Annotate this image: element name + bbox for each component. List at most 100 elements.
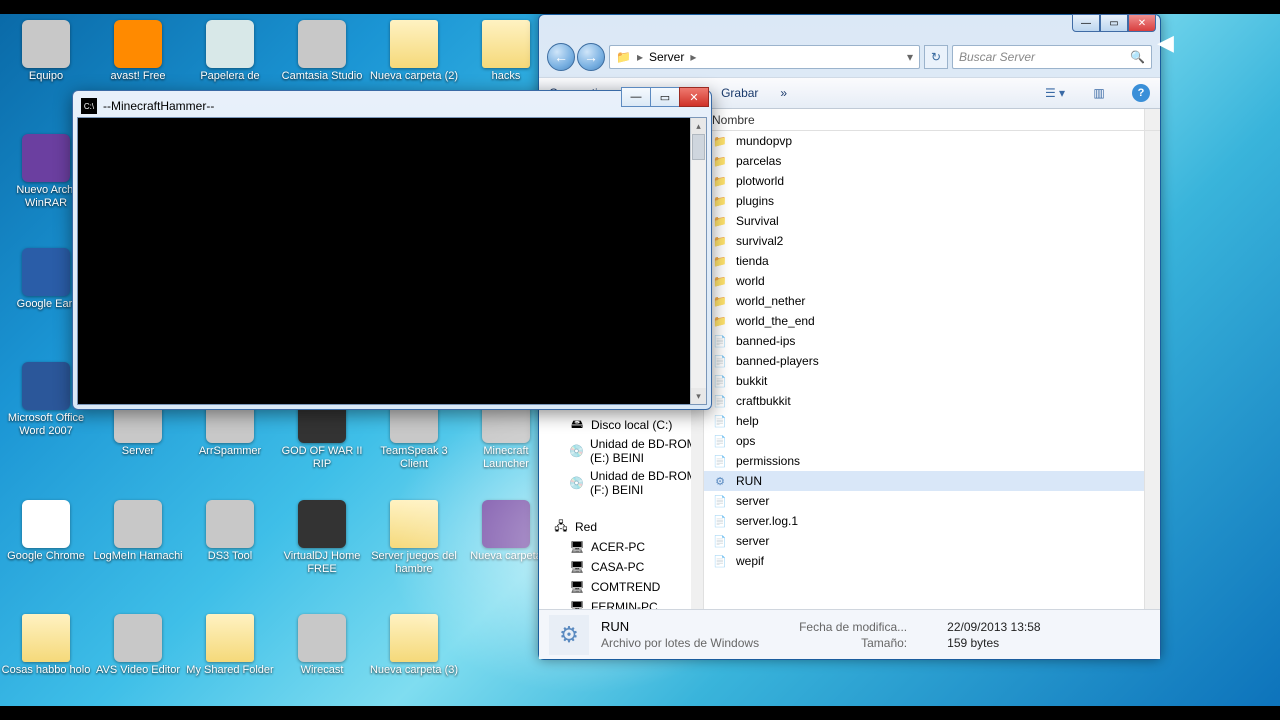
file-name: server.log.1 (736, 514, 798, 528)
dropdown-icon[interactable]: ▾ (907, 50, 913, 64)
icon-image (22, 362, 70, 410)
file-row[interactable]: 📁world_nether (704, 291, 1160, 311)
file-name: tienda (736, 254, 769, 268)
desktop-icon[interactable]: Cosas habbo holo (0, 614, 92, 677)
icon-image (298, 614, 346, 662)
file-row[interactable]: 📁parcelas (704, 151, 1160, 171)
desktop-icon[interactable]: AVS Video Editor (92, 614, 184, 677)
icon-image (114, 500, 162, 548)
nav-item-drive[interactable]: 💿Unidad de BD-ROM (F:) BEINI (539, 467, 703, 499)
file-row[interactable]: 📄banned-ips (704, 331, 1160, 351)
desktop-icon[interactable]: LogMeIn Hamachi (92, 500, 184, 563)
file-row[interactable]: 📄banned-players (704, 351, 1160, 371)
file-name: world (736, 274, 765, 288)
breadcrumb-item[interactable]: Server (649, 50, 684, 64)
command-scrollbar[interactable] (690, 118, 706, 404)
file-icon: 📁 (712, 233, 728, 249)
preview-pane-button[interactable]: ▥ (1088, 82, 1110, 104)
more-button[interactable]: » (780, 86, 787, 100)
file-row[interactable]: 📁mundopvp (704, 131, 1160, 151)
file-row[interactable]: 📄 server.log.1 (704, 511, 1160, 531)
search-icon[interactable]: 🔍 (1130, 50, 1145, 64)
file-icon: 📁 (712, 193, 728, 209)
scrollbar-vertical[interactable] (1144, 131, 1160, 609)
file-list: 📁mundopvp📁parcelas📁plotworld📁plugins📁Sur… (704, 131, 1160, 609)
file-icon: 📄 (712, 453, 728, 469)
details-name: RUN (601, 619, 759, 634)
file-list-pane: Nombre 📁mundopvp📁parcelas📁plotworld📁plug… (704, 109, 1160, 609)
file-row[interactable]: 📄server (704, 531, 1160, 551)
file-row[interactable]: 📁survival2 (704, 231, 1160, 251)
minimize-button[interactable]: — (621, 87, 651, 107)
maximize-button[interactable]: ▭ (1100, 14, 1128, 32)
file-name: mundopvp (736, 134, 792, 148)
desktop-icon[interactable]: Papelera de (184, 20, 276, 83)
file-icon: 📁 (712, 153, 728, 169)
icon-image (482, 500, 530, 548)
icon-label: Nueva carpeta (2) (368, 70, 460, 83)
search-box[interactable]: Buscar Server 🔍 (952, 45, 1152, 69)
refresh-button[interactable]: ↻ (924, 45, 948, 69)
scrollbar-thumb[interactable] (692, 134, 705, 160)
view-options-button[interactable]: ☰ ▾ (1044, 82, 1066, 104)
file-row[interactable]: 📄server (704, 491, 1160, 511)
command-titlebar[interactable]: C:\ --MinecraftHammer-- (77, 95, 707, 117)
file-icon: 📄 (712, 553, 728, 569)
file-row[interactable]: 📁plugins (704, 191, 1160, 211)
desktop-icon[interactable]: Nueva carpeta (2) (368, 20, 460, 83)
desktop-icon[interactable]: Wirecast (276, 614, 368, 677)
file-row[interactable]: 📁Survival (704, 211, 1160, 231)
back-button[interactable]: ← (547, 43, 575, 71)
desktop-icon[interactable]: avast! Free (92, 20, 184, 83)
icon-label: Wirecast (276, 664, 368, 677)
file-row[interactable]: 📄bukkit (704, 371, 1160, 391)
desktop-icon[interactable]: My Shared Folder (184, 614, 276, 677)
desktop-icon[interactable]: Nueva carpeta (3) (368, 614, 460, 677)
file-row[interactable]: ⚙RUN (704, 471, 1160, 491)
file-row[interactable]: 📄help (704, 411, 1160, 431)
help-button[interactable]: ? (1132, 84, 1150, 102)
minimize-button[interactable]: — (1072, 14, 1100, 32)
nav-item-network[interactable]: 🖧 Red (539, 517, 703, 537)
close-button[interactable]: ✕ (679, 87, 709, 107)
icon-image (22, 20, 70, 68)
icon-label: DS3 Tool (184, 550, 276, 563)
window-controls: — ▭ ✕ (1072, 14, 1156, 32)
file-row[interactable]: 📄ops (704, 431, 1160, 451)
column-header[interactable]: Nombre (704, 109, 1160, 131)
file-row[interactable]: 📄wepif (704, 551, 1160, 571)
maximize-button[interactable]: ▭ (650, 87, 680, 107)
speaker-icon[interactable]: ◀ (1157, 30, 1177, 50)
file-icon: 📄 (712, 333, 728, 349)
file-row[interactable]: 📁tienda (704, 251, 1160, 271)
nav-item-computer[interactable]: 🖥COMTREND (539, 577, 703, 597)
scrollbar-vertical[interactable] (1144, 109, 1160, 130)
file-icon: 📄 (712, 513, 728, 529)
address-bar[interactable]: 📁 ▸ Server ▸ ▾ (609, 45, 920, 69)
icon-label: Server (92, 445, 184, 458)
command-window: C:\ --MinecraftHammer-- — ▭ ✕ (72, 90, 712, 410)
desktop-icon[interactable]: Google Chrome (0, 500, 92, 563)
nav-item-computer[interactable]: 🖥FERMIN-PC (539, 597, 703, 609)
burn-button[interactable]: Grabar (721, 86, 758, 100)
desktop-icon[interactable]: Server juegos del hambre (368, 500, 460, 576)
file-name: world_the_end (736, 314, 815, 328)
desktop-icon[interactable]: Equipo (0, 20, 92, 83)
file-row[interactable]: 📁plotworld (704, 171, 1160, 191)
desktop-icon[interactable]: Camtasia Studio (276, 20, 368, 83)
command-output[interactable] (78, 118, 690, 404)
icon-label: Camtasia Studio (276, 70, 368, 83)
nav-item-computer[interactable]: 🖥CASA-PC (539, 557, 703, 577)
nav-item-drive[interactable]: 🖴Disco local (C:) (539, 415, 703, 435)
file-row[interactable]: 📁world (704, 271, 1160, 291)
nav-item-drive[interactable]: 💿Unidad de BD-ROM (E:) BEINI (539, 435, 703, 467)
file-row[interactable]: 📄craftbukkit (704, 391, 1160, 411)
nav-item-computer[interactable]: 🖥ACER-PC (539, 537, 703, 557)
file-name: help (736, 414, 759, 428)
file-row[interactable]: 📁world_the_end (704, 311, 1160, 331)
forward-button[interactable]: → (577, 43, 605, 71)
desktop-icon[interactable]: DS3 Tool (184, 500, 276, 563)
close-button[interactable]: ✕ (1128, 14, 1156, 32)
file-row[interactable]: 📄permissions (704, 451, 1160, 471)
desktop-icon[interactable]: VirtualDJ Home FREE (276, 500, 368, 576)
